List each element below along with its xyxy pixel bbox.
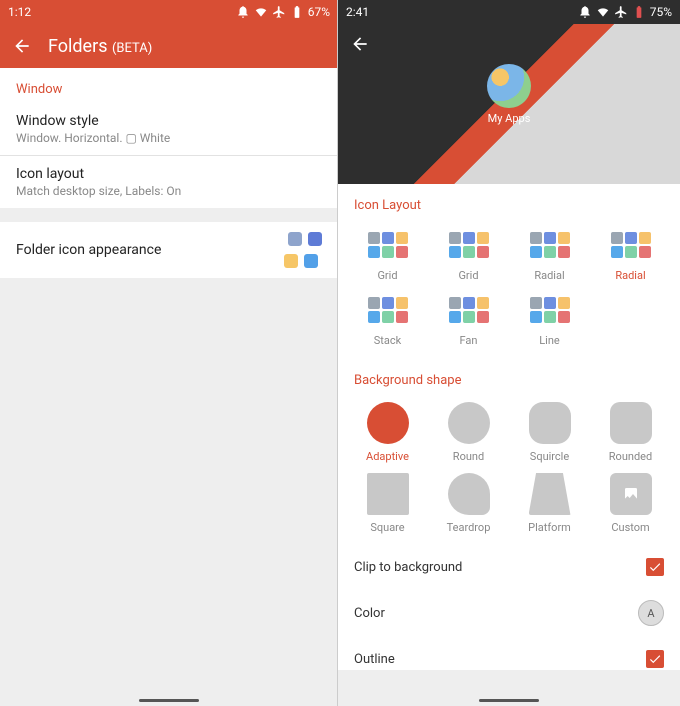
- checkbox-checked-icon[interactable]: [646, 650, 664, 668]
- layout-option-grid[interactable]: Grid: [429, 223, 508, 286]
- checkbox-checked-icon[interactable]: [646, 558, 664, 576]
- icon-layout-label: Icon Layout: [338, 184, 680, 219]
- row-color[interactable]: Color A: [338, 588, 680, 638]
- bg-shape-grid: AdaptiveRoundSquircleRounded SquareTeardr…: [338, 394, 680, 546]
- icon-layout-grid: GridGridRadialRadialStackFanLine: [338, 219, 680, 359]
- shape-thumb-icon: [529, 473, 571, 515]
- layout-option-stack[interactable]: Stack: [348, 288, 427, 351]
- shape-option-square[interactable]: Square: [348, 469, 427, 538]
- shape-thumb-icon: [367, 402, 409, 444]
- layout-option-line[interactable]: Line: [510, 288, 589, 351]
- shape-option-round[interactable]: Round: [429, 398, 508, 467]
- layout-option-grid[interactable]: Grid: [348, 223, 427, 286]
- dnd-icon: [236, 5, 250, 19]
- bg-shape-label: Background shape: [338, 359, 680, 394]
- battery-text: 75%: [650, 5, 672, 19]
- back-icon[interactable]: [12, 36, 32, 56]
- shape-option-squircle[interactable]: Squircle: [510, 398, 589, 467]
- shape-option-platform[interactable]: Platform: [510, 469, 589, 538]
- shape-thumb-icon: [610, 402, 652, 444]
- section-window-label: Window: [0, 68, 338, 103]
- battery-icon: [290, 5, 304, 19]
- layout-thumb-icon: [367, 227, 409, 263]
- shape-option-custom[interactable]: Custom: [591, 469, 670, 538]
- status-bar: 2:41 75%: [338, 0, 680, 24]
- screen-folders-settings: 1:12 67% Folders (BETA) Window Window st…: [0, 0, 339, 706]
- preview-folder-label: My Apps: [488, 112, 531, 125]
- preview-folder-icon: [487, 64, 531, 108]
- color-swatch[interactable]: A: [638, 600, 664, 626]
- row-icon-layout[interactable]: Icon layout Match desktop size, Labels: …: [0, 156, 338, 208]
- dnd-icon: [578, 5, 592, 19]
- layout-thumb-icon: [448, 292, 490, 328]
- battery-icon: [632, 5, 646, 19]
- shape-thumb-icon: [367, 473, 409, 515]
- shape-thumb-icon: [448, 402, 490, 444]
- layout-option-radial[interactable]: Radial: [510, 223, 589, 286]
- layout-thumb-icon: [529, 227, 571, 263]
- airplane-icon: [614, 5, 628, 19]
- nav-pill[interactable]: [139, 699, 199, 702]
- layout-option-radial[interactable]: Radial: [591, 223, 670, 286]
- shape-option-teardrop[interactable]: Teardrop: [429, 469, 508, 538]
- wifi-icon: [254, 5, 268, 19]
- screen-folder-icon-appearance: 2:41 75% My Apps Icon Layout GridGridRad…: [337, 0, 680, 706]
- shape-option-adaptive[interactable]: Adaptive: [348, 398, 427, 467]
- row-folder-icon-appearance[interactable]: Folder icon appearance: [0, 222, 338, 278]
- layout-option-fan[interactable]: Fan: [429, 288, 508, 351]
- row-window-style[interactable]: Window style Window. Horizontal. ▢ White: [0, 103, 338, 155]
- clock: 1:12: [8, 5, 31, 19]
- wifi-icon: [596, 5, 610, 19]
- back-icon[interactable]: [350, 34, 370, 54]
- page-title: Folders (BETA): [48, 36, 152, 57]
- layout-thumb-icon: [529, 292, 571, 328]
- layout-thumb-icon: [367, 292, 409, 328]
- battery-text: 67%: [308, 5, 330, 19]
- row-outline[interactable]: Outline: [338, 638, 680, 670]
- shape-thumb-icon: [529, 402, 571, 444]
- toolbar: Folders (BETA): [0, 24, 338, 68]
- layout-thumb-icon: [448, 227, 490, 263]
- folder-preview-panel: My Apps: [338, 24, 680, 184]
- clock: 2:41: [346, 5, 369, 19]
- shape-thumb-icon: [610, 473, 652, 515]
- layout-thumb-icon: [610, 227, 652, 263]
- shape-option-rounded[interactable]: Rounded: [591, 398, 670, 467]
- airplane-icon: [272, 5, 286, 19]
- row-clip-to-background[interactable]: Clip to background: [338, 546, 680, 588]
- nav-pill[interactable]: [479, 699, 539, 702]
- folder-icon-preview: [282, 232, 322, 268]
- shape-thumb-icon: [448, 473, 490, 515]
- status-bar: 1:12 67%: [0, 0, 338, 24]
